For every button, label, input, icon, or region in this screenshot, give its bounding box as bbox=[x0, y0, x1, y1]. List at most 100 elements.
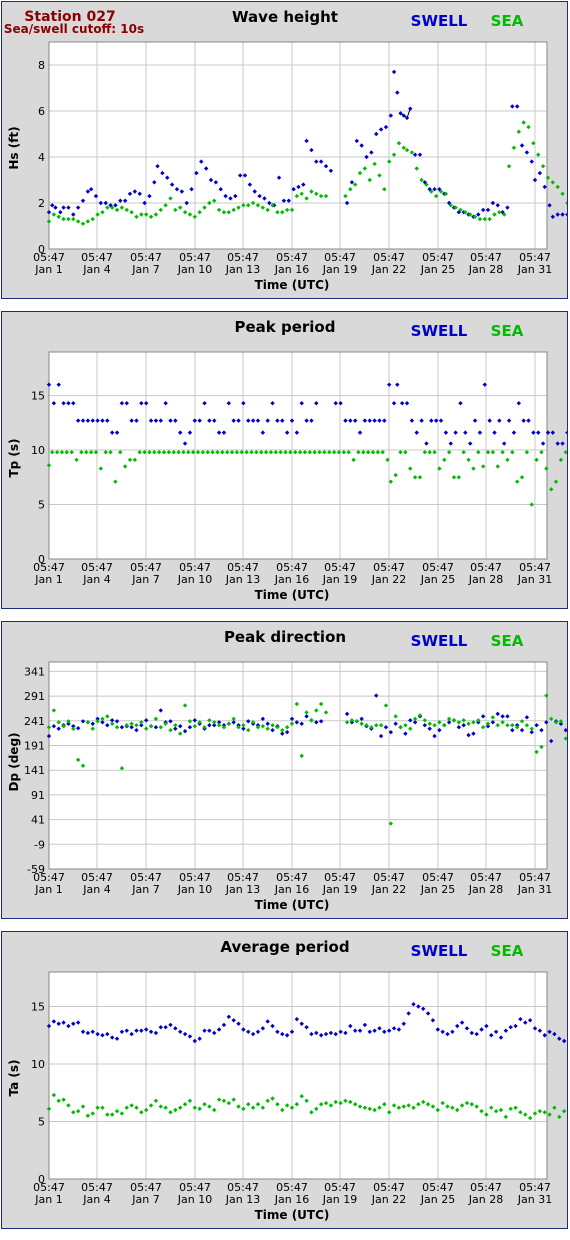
legend-swell: SWELL bbox=[411, 632, 468, 650]
data-point bbox=[561, 1038, 567, 1044]
chart-title: Wave height bbox=[232, 8, 338, 26]
x-tick-day: Jan 28 bbox=[468, 883, 503, 896]
legend-sea: SEA bbox=[491, 12, 524, 30]
data-point bbox=[555, 441, 560, 446]
y-tick-label: 10 bbox=[31, 1058, 45, 1071]
data-point bbox=[561, 1108, 567, 1114]
data-point bbox=[550, 180, 556, 185]
y-tick-label: 4 bbox=[38, 151, 45, 164]
legend-sea: SEA bbox=[491, 942, 524, 960]
y-tick-label: 41 bbox=[31, 814, 45, 827]
x-axis-label: Time (UTC) bbox=[255, 278, 330, 292]
x-tick-day: Jan 16 bbox=[274, 263, 309, 276]
plot-area bbox=[49, 42, 547, 249]
data-point bbox=[560, 441, 565, 446]
data-point bbox=[553, 479, 559, 484]
y-tick-label: 191 bbox=[24, 739, 45, 752]
x-tick-day: Jan 16 bbox=[274, 573, 309, 586]
x-tick-day: Jan 10 bbox=[177, 263, 212, 276]
y-tick-label: 241 bbox=[24, 715, 45, 728]
data-point bbox=[549, 716, 554, 722]
y-tick-label: 15 bbox=[31, 390, 45, 403]
data-point bbox=[565, 212, 567, 217]
data-point bbox=[549, 487, 554, 492]
x-tick-day: Jan 19 bbox=[322, 1193, 357, 1206]
y-axis-label: Dp (deg) bbox=[7, 732, 21, 791]
plot-area bbox=[49, 972, 547, 1179]
x-tick-day: Jan 16 bbox=[274, 883, 309, 896]
data-point bbox=[560, 191, 565, 196]
x-tick-day: Jan 25 bbox=[420, 883, 455, 896]
x-tick-day: Jan 31 bbox=[517, 573, 552, 586]
y-axis-label: Hs (ft) bbox=[7, 126, 21, 169]
peak-period-panel: Peak period SWELL SEA Time (UTC) Tp (s) … bbox=[1, 311, 568, 609]
y-tick-label: 6 bbox=[38, 105, 45, 118]
x-tick-day: Jan 13 bbox=[225, 573, 260, 586]
y-axis-label: Tp (s) bbox=[7, 438, 21, 477]
plot-area bbox=[49, 662, 547, 869]
x-tick-day: Jan 25 bbox=[420, 1193, 455, 1206]
legend-swell: SWELL bbox=[411, 12, 468, 30]
x-tick-day: Jan 4 bbox=[82, 573, 110, 586]
x-tick-day: Jan 1 bbox=[34, 573, 62, 586]
x-tick-day: Jan 22 bbox=[371, 883, 406, 896]
y-tick-label: 5 bbox=[38, 1116, 45, 1129]
x-tick-day: Jan 28 bbox=[468, 263, 503, 276]
x-tick-day: Jan 7 bbox=[131, 883, 159, 896]
wave-height-chart: Station 027 Sea/swell cutoff: 10s Wave h… bbox=[4, 8, 567, 292]
legend-swell: SWELL bbox=[411, 322, 468, 340]
data-point bbox=[552, 1105, 557, 1110]
peak-period-chart: Peak period SWELL SEA Time (UTC) Tp (s) … bbox=[7, 318, 567, 602]
y-tick-label: -9 bbox=[34, 838, 45, 851]
data-point bbox=[555, 212, 560, 217]
chart-title: Peak period bbox=[235, 318, 336, 336]
average-period-panel: Average period SWELL SEA Time (UTC) Ta (… bbox=[1, 931, 568, 1229]
x-tick-day: Jan 16 bbox=[274, 1193, 309, 1206]
y-tick-label: 2 bbox=[38, 197, 45, 210]
data-point bbox=[547, 203, 552, 208]
data-point bbox=[552, 1031, 557, 1037]
x-tick-day: Jan 13 bbox=[225, 263, 260, 276]
data-point bbox=[547, 1112, 552, 1117]
x-tick-day: Jan 1 bbox=[34, 263, 62, 276]
data-point bbox=[565, 430, 567, 435]
x-tick-day: Jan 1 bbox=[34, 1193, 62, 1206]
x-tick-day: Jan 10 bbox=[177, 573, 212, 586]
x-tick-day: Jan 28 bbox=[468, 573, 503, 586]
legend-swell: SWELL bbox=[411, 942, 468, 960]
wave-height-panel: Station 027 Sea/swell cutoff: 10s Wave h… bbox=[1, 1, 568, 299]
y-tick-label: 10 bbox=[31, 444, 45, 457]
data-point bbox=[550, 430, 556, 435]
x-tick-day: Jan 4 bbox=[82, 883, 110, 896]
x-tick-day: Jan 31 bbox=[517, 263, 552, 276]
x-tick-day: Jan 19 bbox=[322, 883, 357, 896]
x-axis-label: Time (UTC) bbox=[255, 588, 330, 602]
x-axis-label: Time (UTC) bbox=[255, 1208, 330, 1222]
data-point bbox=[563, 736, 567, 741]
average-period-chart: Average period SWELL SEA Time (UTC) Ta (… bbox=[7, 938, 567, 1222]
x-tick-day: Jan 28 bbox=[468, 1193, 503, 1206]
x-tick-day: Jan 7 bbox=[131, 1193, 159, 1206]
x-tick-day: Jan 1 bbox=[34, 883, 62, 896]
data-point bbox=[547, 1029, 552, 1034]
data-point bbox=[555, 184, 560, 190]
x-tick-day: Jan 13 bbox=[225, 883, 260, 896]
data-point bbox=[558, 719, 564, 724]
peak-direction-chart: Peak direction SWELL SEA Time (UTC) Dp (… bbox=[7, 628, 567, 912]
x-tick-day: Jan 7 bbox=[131, 263, 159, 276]
x-tick-day: Jan 25 bbox=[420, 263, 455, 276]
x-tick-day: Jan 22 bbox=[371, 573, 406, 586]
data-point bbox=[557, 1114, 562, 1120]
y-tick-label: 291 bbox=[24, 690, 45, 703]
plot-area bbox=[49, 352, 547, 559]
x-tick-day: Jan 10 bbox=[177, 1193, 212, 1206]
data-point bbox=[549, 738, 554, 744]
x-tick-day: Jan 7 bbox=[131, 573, 159, 586]
data-point bbox=[565, 201, 567, 205]
cutoff-label: Sea/swell cutoff: 10s bbox=[4, 22, 144, 36]
data-point bbox=[563, 727, 567, 733]
x-tick-day: Jan 22 bbox=[371, 1193, 406, 1206]
data-point bbox=[550, 214, 556, 219]
x-tick-day: Jan 31 bbox=[517, 883, 552, 896]
x-tick-day: Jan 19 bbox=[322, 573, 357, 586]
